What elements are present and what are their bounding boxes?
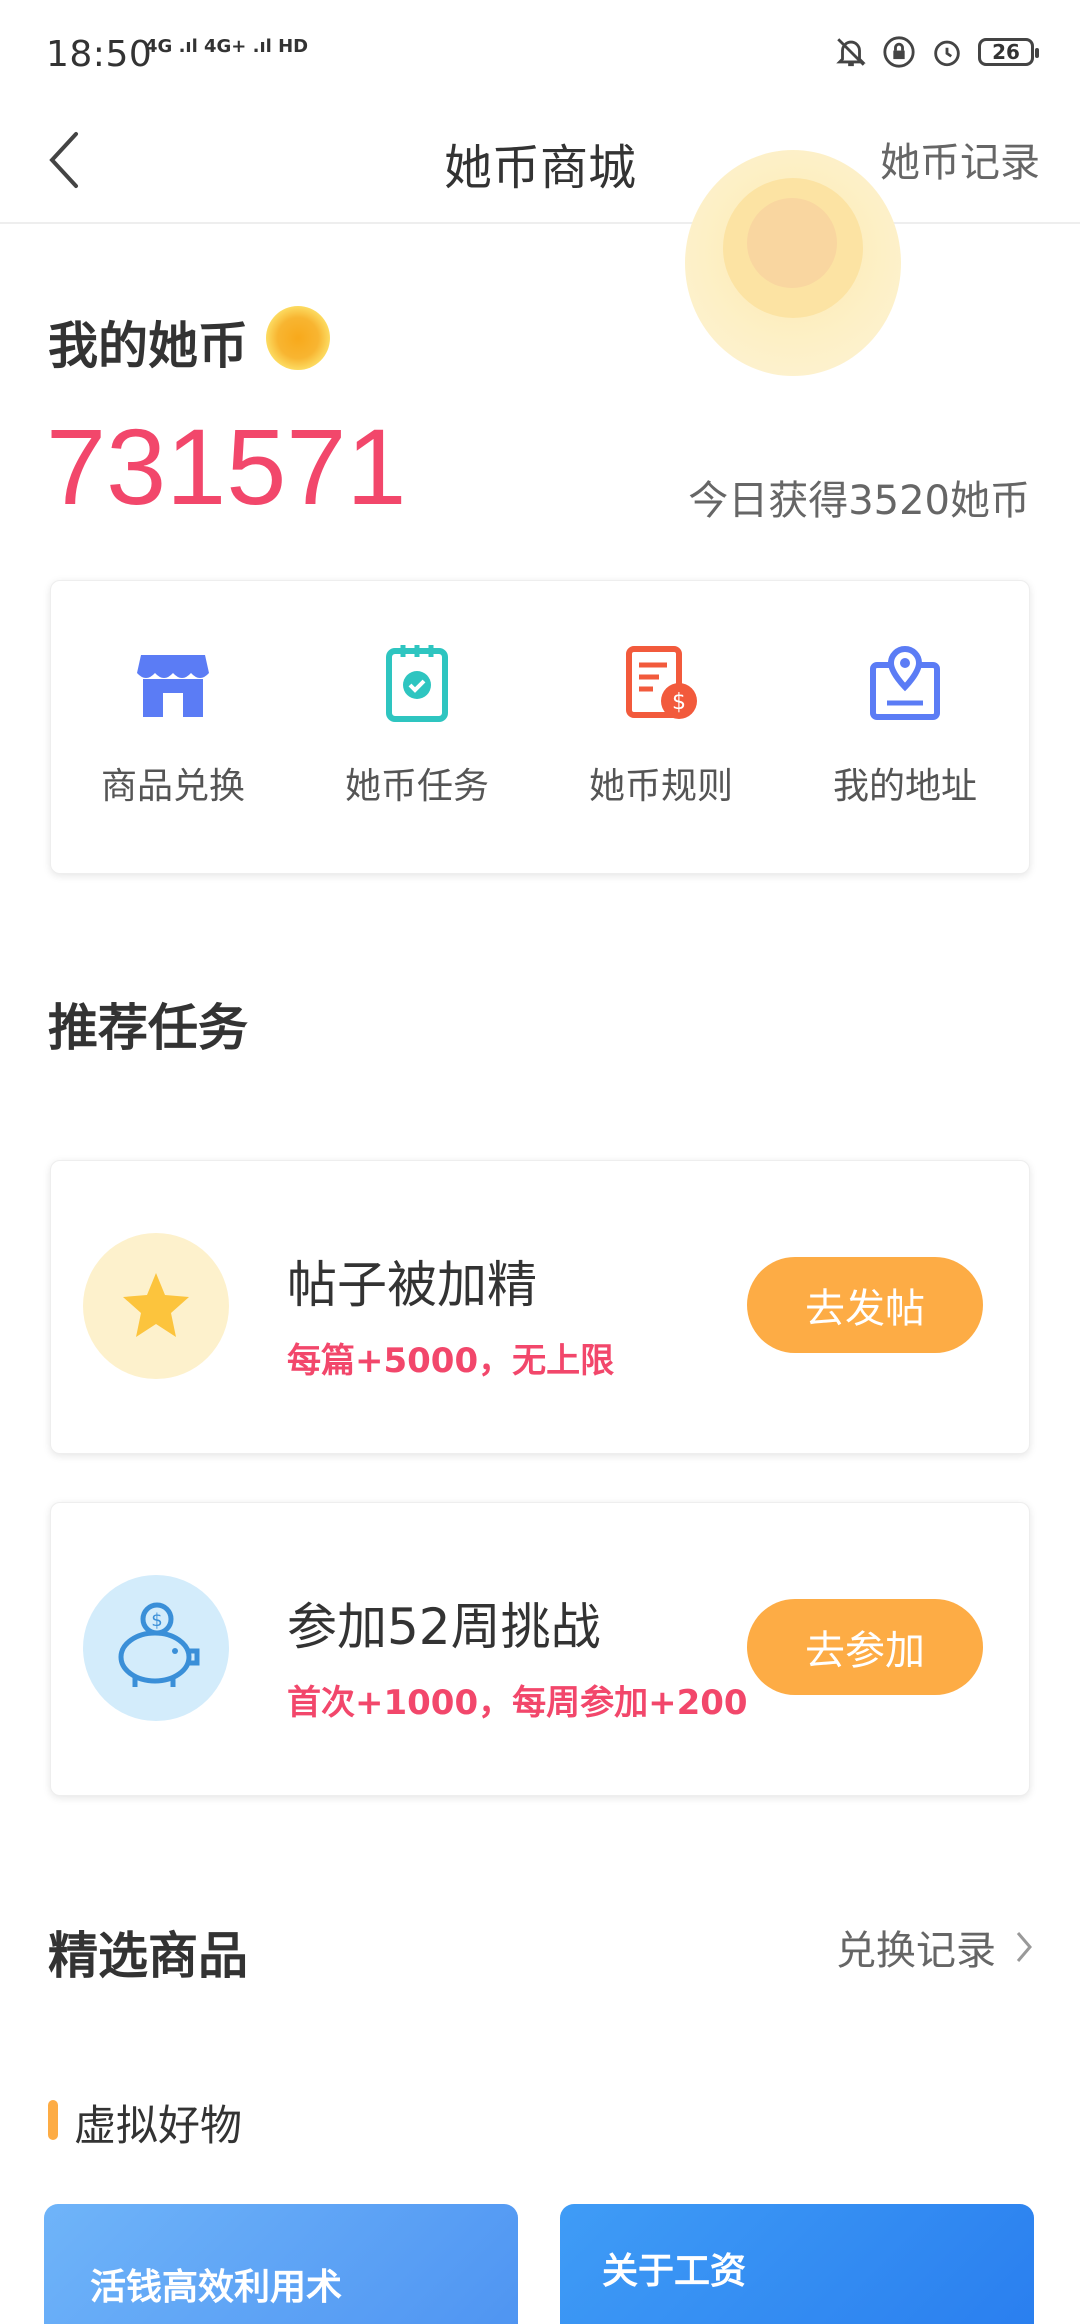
task-title: 帖子被加精 <box>287 1256 537 1314</box>
category-label: 虚拟好物 <box>74 2101 243 2150</box>
bell-muted-icon <box>836 38 866 67</box>
rules-document-icon: $ <box>626 646 697 719</box>
quick-label-exchange: 商品兑换 <box>100 766 245 807</box>
piggy-bank-icon: $ <box>118 1602 200 1687</box>
join-button[interactable]: 去参加 <box>747 1599 983 1695</box>
product-title: 活钱高效利用术 <box>90 2267 343 2308</box>
quick-label-tasks: 她币任务 <box>344 766 489 807</box>
exchange-records-label: 兑换记录 <box>836 1928 996 1974</box>
quick-item-tasks[interactable]: 她币任务 <box>295 641 539 809</box>
status-icons: 26 <box>834 32 1039 72</box>
chevron-right-icon <box>1016 1932 1032 1962</box>
battery-icon: 26 <box>978 38 1039 66</box>
task-icon-badge <box>83 1233 229 1379</box>
lock-rotation-icon <box>883 36 915 68</box>
coin-records-link[interactable]: 她币记录 <box>880 130 1040 188</box>
product-card[interactable]: 活钱高效利用术 <box>44 2204 518 2324</box>
exchange-records-link[interactable]: 兑换记录 <box>836 1918 1034 1976</box>
task-card-featured-post: 帖子被加精 每篇+5000，无上限 去发帖 <box>50 1160 1030 1454</box>
location-pin-icon <box>870 645 940 720</box>
quick-item-exchange[interactable]: 商品兑换 <box>51 641 295 809</box>
signal-indicator: 4G .ıl 4G+ .ıl HD <box>145 36 309 57</box>
battery-level: 26 <box>992 40 1020 64</box>
alarm-icon <box>934 40 960 67</box>
quick-label-address: 我的地址 <box>832 766 977 807</box>
svg-text:$: $ <box>672 690 686 715</box>
coins-balance: 731571 <box>46 406 407 527</box>
star-icon <box>123 1273 189 1337</box>
today-earned: 今日获得3520她币 <box>688 478 1030 524</box>
product-title: 关于工资 <box>602 2251 747 2292</box>
task-checklist-icon <box>386 645 448 722</box>
quick-item-address[interactable]: 我的地址 <box>783 641 1027 809</box>
recommended-tasks-title: 推荐任务 <box>48 999 248 1057</box>
my-coins-label: 我的她币 <box>48 317 248 375</box>
nav-bar: 她币商城 她币记录 <box>0 100 1080 224</box>
task-icon-badge: $ <box>83 1575 229 1721</box>
task-card-52-week-challenge: $ 参加52周挑战 首次+1000，每周参加+200 去参加 <box>50 1502 1030 1796</box>
coin-icon <box>266 306 330 370</box>
post-button[interactable]: 去发帖 <box>747 1257 983 1353</box>
quick-label-rules: 她币规则 <box>588 766 733 807</box>
svg-text:$: $ <box>151 1610 162 1631</box>
coin-emblem <box>747 198 837 288</box>
task-reward: 首次+1000，每周参加+200 <box>287 1683 748 1723</box>
task-title: 参加52周挑战 <box>287 1598 601 1656</box>
category-marker <box>48 2100 58 2140</box>
quick-actions-card: 商品兑换 她币任务 $ 她币规则 我的地址 <box>50 580 1030 874</box>
product-card[interactable]: 关于工资 <box>560 2204 1034 2324</box>
task-reward: 每篇+5000，无上限 <box>287 1341 615 1381</box>
status-bar: 18:50 4G .ıl 4G+ .ıl HD 26 <box>0 0 1080 100</box>
decorative-coin-illustration <box>685 150 901 376</box>
quick-item-rules[interactable]: $ 她币规则 <box>539 641 783 809</box>
featured-goods-title: 精选商品 <box>48 1927 248 1985</box>
store-icon <box>137 655 209 717</box>
status-time: 18:50 <box>46 34 153 75</box>
